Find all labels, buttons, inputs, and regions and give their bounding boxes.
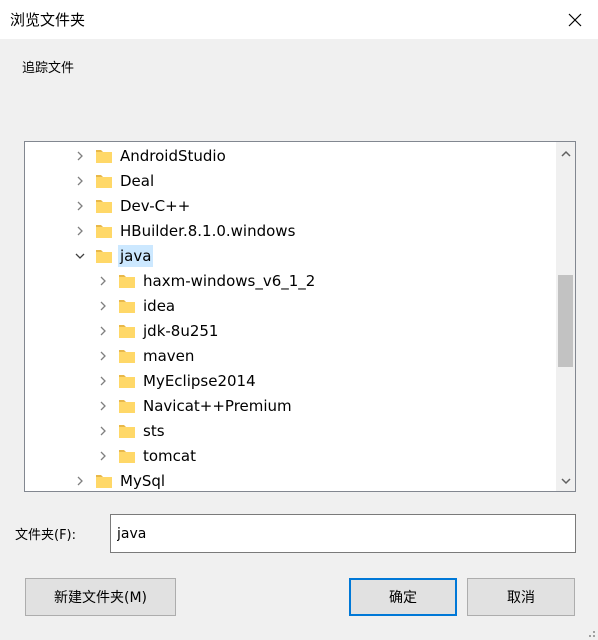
chevron-right-icon[interactable] xyxy=(95,348,111,364)
close-button[interactable] xyxy=(552,0,598,39)
scroll-up-button[interactable] xyxy=(556,145,575,162)
folder-icon xyxy=(96,199,112,213)
tree-item-label: Navicat++Premium xyxy=(143,396,292,415)
chevron-up-icon xyxy=(560,150,571,157)
chevron-right-icon[interactable] xyxy=(95,448,111,464)
chevron-right-icon[interactable] xyxy=(95,323,111,339)
folder-icon xyxy=(119,274,135,288)
chevron-right-icon[interactable] xyxy=(95,298,111,314)
chevron-right-icon[interactable] xyxy=(95,423,111,439)
tree-item-label: MyEclipse2014 xyxy=(143,371,256,390)
tree-item[interactable]: maven xyxy=(25,343,555,368)
tree-item[interactable]: Deal xyxy=(25,168,555,193)
folder-icon xyxy=(119,449,135,463)
chevron-right-icon[interactable] xyxy=(95,373,111,389)
chevron-right-icon[interactable] xyxy=(95,273,111,289)
chevron-right-icon[interactable] xyxy=(72,198,88,214)
folder-icon xyxy=(119,324,135,338)
tree-item-label: Dev-C++ xyxy=(120,196,191,215)
folder-input[interactable] xyxy=(110,514,576,553)
chevron-right-icon[interactable] xyxy=(72,173,88,189)
tree-item-label: jdk-8u251 xyxy=(143,321,219,340)
dialog-description: 追踪文件 xyxy=(22,61,75,76)
folder-icon xyxy=(96,249,112,263)
cancel-button[interactable]: 取消 xyxy=(467,578,575,616)
title-bar: 浏览文件夹 xyxy=(0,0,598,39)
tree-item-label: idea xyxy=(143,296,176,315)
scrollbar-thumb[interactable] xyxy=(558,275,573,367)
tree-item[interactable]: tomcat xyxy=(25,443,555,468)
resize-grip-icon[interactable] xyxy=(584,626,596,638)
tree-item[interactable]: sts xyxy=(25,418,555,443)
folder-icon xyxy=(119,299,135,313)
tree-item[interactable]: haxm-windows_v6_1_2 xyxy=(25,268,555,293)
tree-item[interactable]: Navicat++Premium xyxy=(25,393,555,418)
chevron-right-icon[interactable] xyxy=(72,473,88,489)
folder-icon xyxy=(119,399,135,413)
ok-button[interactable]: 确定 xyxy=(349,578,457,616)
new-folder-button[interactable]: 新建文件夹(M) xyxy=(25,578,176,616)
tree-item-label: HBuilder.8.1.0.windows xyxy=(120,221,296,240)
tree-item-label: tomcat xyxy=(143,446,196,465)
chevron-right-icon[interactable] xyxy=(72,148,88,164)
scroll-down-button[interactable] xyxy=(556,472,575,489)
chevron-right-icon[interactable] xyxy=(72,223,88,239)
folder-icon xyxy=(119,424,135,438)
tree-item[interactable]: java xyxy=(25,243,555,268)
folder-icon xyxy=(96,474,112,488)
folder-icon xyxy=(119,374,135,388)
close-icon xyxy=(568,13,582,26)
tree-item-label: AndroidStudio xyxy=(120,146,226,165)
tree-item[interactable]: MySql xyxy=(25,468,555,491)
tree-item[interactable]: AndroidStudio xyxy=(25,143,555,168)
folder-icon xyxy=(96,224,112,238)
browse-folder-dialog: 浏览文件夹 追踪文件 AndroidStudio Deal Dev-C++ HBuil… xyxy=(0,0,598,640)
tree-item-label: maven xyxy=(143,346,195,365)
folder-icon xyxy=(96,149,112,163)
window-title: 浏览文件夹 xyxy=(10,11,86,29)
folder-field-label: 文件夹(F): xyxy=(15,528,77,543)
tree-item-label: Deal xyxy=(120,171,155,190)
folder-tree-list: AndroidStudio Deal Dev-C++ HBuilder.8.1.0.w… xyxy=(25,143,555,491)
tree-item-label: sts xyxy=(143,421,165,440)
tree-item[interactable]: MyEclipse2014 xyxy=(25,368,555,393)
folder-icon xyxy=(119,349,135,363)
folder-tree[interactable]: AndroidStudio Deal Dev-C++ HBuilder.8.1.0.w… xyxy=(24,141,576,492)
tree-item[interactable]: idea xyxy=(25,293,555,318)
tree-item[interactable]: HBuilder.8.1.0.windows xyxy=(25,218,555,243)
chevron-right-icon[interactable] xyxy=(95,398,111,414)
chevron-down-icon xyxy=(560,477,571,484)
vertical-scrollbar[interactable] xyxy=(556,142,575,491)
tree-item[interactable]: jdk-8u251 xyxy=(25,318,555,343)
folder-icon xyxy=(96,174,112,188)
tree-item[interactable]: Dev-C++ xyxy=(25,193,555,218)
tree-item-label: haxm-windows_v6_1_2 xyxy=(143,271,316,290)
tree-item-label: MySql xyxy=(120,471,166,490)
chevron-down-icon[interactable] xyxy=(72,248,88,264)
tree-item-label: java xyxy=(118,244,154,267)
